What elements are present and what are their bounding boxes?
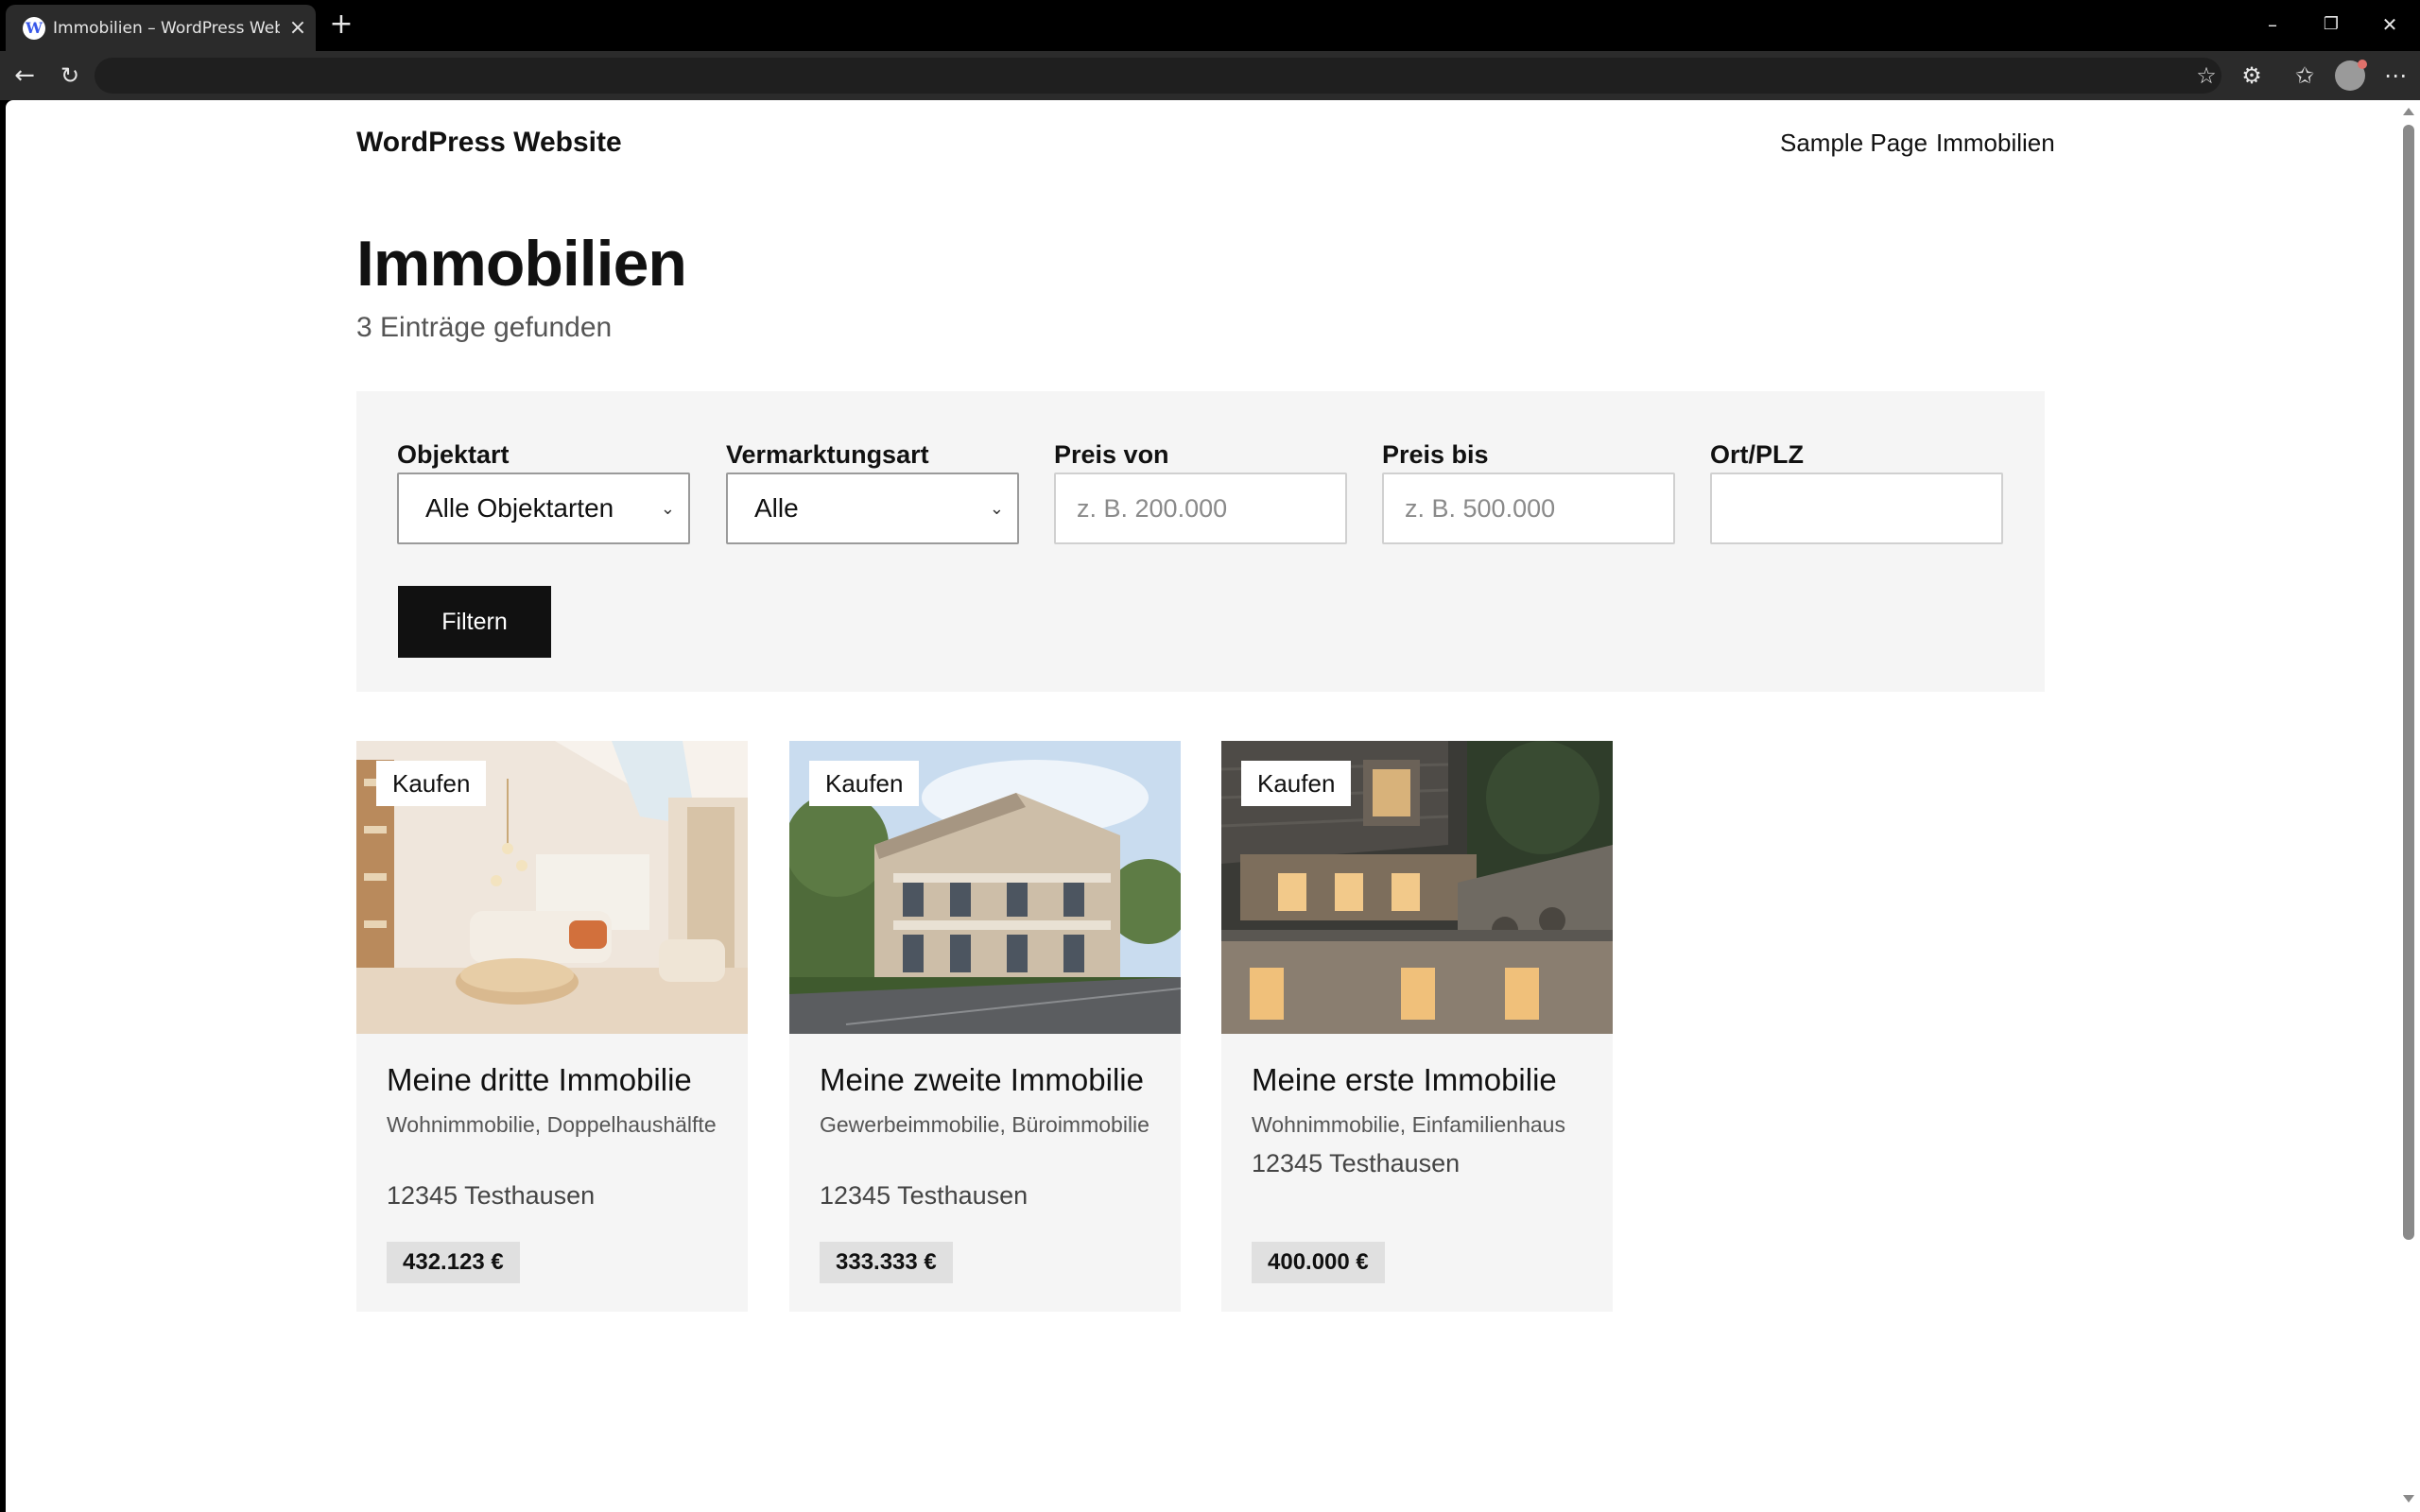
scroll-up-arrow-icon[interactable]: [2403, 108, 2414, 115]
favorites-icon[interactable]: ✩: [2288, 59, 2322, 93]
objektart-label: Objektart: [397, 440, 510, 469]
site-title[interactable]: WordPress Website: [356, 127, 622, 159]
new-tab-icon[interactable]: +: [327, 9, 355, 40]
listing-image-apartment-building[interactable]: Kaufen: [789, 741, 1181, 1034]
listing-badge: Kaufen: [376, 761, 487, 806]
ort-plz-input[interactable]: [1710, 472, 2003, 544]
preis-bis-input[interactable]: [1382, 472, 1675, 544]
scrollbar-thumb[interactable]: [2403, 125, 2414, 1240]
extensions-icon[interactable]: ⚙: [2235, 59, 2269, 93]
listing-image-house-terrace[interactable]: Kaufen: [1221, 741, 1613, 1034]
profile-notification-dot: [2358, 60, 2367, 69]
result-count: 3 Einträge gefunden: [356, 312, 613, 343]
preis-bis-label: Preis bis: [1382, 440, 1489, 469]
listing-location: 12345 Testhausen: [820, 1181, 1028, 1210]
listing-card[interactable]: Kaufen Meine erste Immobilie Wohnimmobil…: [1221, 741, 1613, 1312]
listing-image-interior[interactable]: Kaufen: [356, 741, 748, 1034]
page-viewport: WordPress Website Sample Page Immobilien…: [6, 100, 2397, 1512]
chevron-down-icon: ⌄: [660, 499, 675, 518]
vermarktungsart-select-value: Alle: [754, 493, 799, 523]
browser-titlebar: Immobilien – WordPress Website × + – ❐ ✕: [0, 0, 2420, 51]
listing-title[interactable]: Meine dritte Immobilie: [387, 1062, 727, 1098]
minimize-icon[interactable]: –: [2254, 8, 2291, 42]
window-close-icon[interactable]: ✕: [2371, 8, 2409, 42]
objektart-select-value: Alle Objektarten: [425, 493, 614, 523]
favorite-star-icon[interactable]: ☆: [2189, 59, 2223, 93]
ort-plz-label: Ort/PLZ: [1710, 440, 1804, 469]
page-scrollbar[interactable]: [2397, 100, 2420, 1512]
listing-badge: Kaufen: [1241, 761, 1352, 806]
address-bar[interactable]: [95, 58, 2221, 94]
filter-panel: Objektart Alle Objektarten ⌄ Vermarktung…: [356, 391, 2045, 692]
listing-title[interactable]: Meine erste Immobilie: [1252, 1062, 1592, 1098]
listing-price: 400.000 €: [1252, 1242, 1385, 1283]
vermarktungsart-label: Vermarktungsart: [726, 440, 929, 469]
nav-link-immobilien[interactable]: Immobilien: [1936, 129, 2055, 158]
more-menu-icon[interactable]: ⋯: [2378, 59, 2412, 93]
tab-close-icon[interactable]: ×: [285, 16, 310, 41]
page-title: Immobilien: [356, 228, 687, 300]
listing-price: 333.333 €: [820, 1242, 953, 1283]
wordpress-favicon-icon: [23, 17, 45, 40]
restore-icon[interactable]: ❐: [2312, 8, 2350, 42]
listing-types: Wohnimmobilie, Einfamilienhaus: [1252, 1112, 1565, 1137]
vermarktungsart-select[interactable]: Alle ⌄: [726, 472, 1019, 544]
listing-price: 432.123 €: [387, 1242, 520, 1283]
filter-button[interactable]: Filtern: [398, 586, 551, 658]
nav-link-sample-page[interactable]: Sample Page: [1780, 129, 1927, 158]
preis-von-label: Preis von: [1054, 440, 1169, 469]
listing-location: 12345 Testhausen: [387, 1181, 596, 1210]
back-arrow-icon[interactable]: ←: [8, 59, 42, 93]
listing-card[interactable]: Kaufen Meine zweite Immobilie Gewerbeimm…: [789, 741, 1181, 1312]
listing-card[interactable]: Kaufen Meine dritte Immobilie Wohnimmobi…: [356, 741, 748, 1312]
listing-title[interactable]: Meine zweite Immobilie: [820, 1062, 1160, 1098]
chevron-down-icon: ⌄: [989, 499, 1004, 518]
listing-types: Gewerbeimmobilie, Büroimmobilie: [820, 1112, 1150, 1137]
listing-types: Wohnimmobilie, Doppelhaushälfte: [387, 1112, 717, 1137]
listing-badge: Kaufen: [809, 761, 920, 806]
browser-tab-active[interactable]: Immobilien – WordPress Website ×: [6, 5, 316, 51]
objektart-select[interactable]: Alle Objektarten ⌄: [397, 472, 690, 544]
tab-title: Immobilien – WordPress Website: [53, 19, 280, 38]
listing-location: 12345 Testhausen: [1252, 1149, 1461, 1177]
preis-von-input[interactable]: [1054, 472, 1347, 544]
scroll-down-arrow-icon[interactable]: [2403, 1495, 2414, 1503]
browser-toolbar: ← ↻ ☆ ⚙ ✩ ⋯: [0, 51, 2420, 100]
reload-icon[interactable]: ↻: [53, 59, 87, 93]
